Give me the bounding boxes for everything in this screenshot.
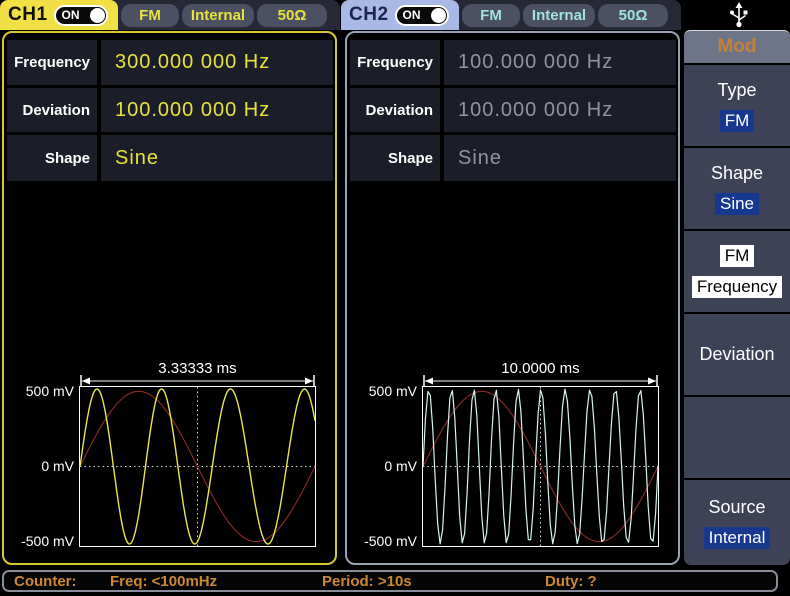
counter-status-bar: Counter: Freq: <100mHz Period: >10s Duty… [2,570,778,592]
softkey-shape[interactable]: Shape Sine [684,148,790,229]
ch1-y-top-label: 500 mV [6,383,74,399]
softkey-fm-frequency-line1: FM [720,245,755,267]
softkey-source-value: Internal [704,527,771,549]
ch2-mod-pill: FM [462,4,520,27]
ch2-y-mid-label: 0 mV [349,458,417,474]
ch1-tab[interactable]: CH1 ON [0,0,118,30]
ch1-toggle-knob [90,8,105,23]
ch2-toggle-knob [431,8,446,23]
ch2-on-toggle[interactable]: ON [395,5,449,26]
ch1-shape-label: Shape [7,135,97,181]
ch1-frequency-label: Frequency [7,40,97,85]
ch2-y-bottom-label: -500 mV [349,533,417,549]
softkey-blank[interactable] [684,397,790,478]
ch2-source-pill: Internal [523,4,595,27]
ch2-header: CH2 ON FM Internal 50Ω [341,0,681,30]
ch2-shape-value[interactable]: Sine [444,135,676,181]
usb-icon [728,2,750,28]
softkey-deviation-label: Deviation [699,344,774,365]
ch1-waveform-plot [79,386,316,547]
ch1-load-pill: 50Ω [257,4,327,27]
counter-label: Counter: [14,573,77,590]
softkey-fm-frequency-line2: Frequency [692,276,782,298]
softkey-source[interactable]: Source Internal [684,480,790,565]
softkey-sidebar: Mod Type FM Shape Sine FM Frequency Devi… [684,0,790,568]
ch2-tab[interactable]: CH2 ON [341,0,459,30]
ch1-deviation-value[interactable]: 100.000 000 Hz [101,88,333,132]
ch1-on-toggle[interactable]: ON [54,5,108,26]
ch1-toggle-label: ON [62,8,80,22]
counter-freq: Freq: <100mHz [110,573,217,590]
ch2-load-pill: 50Ω [598,4,668,27]
ch1-y-bottom-label: -500 mV [6,533,74,549]
softkey-type[interactable]: Type FM [684,65,790,146]
softkey-shape-value: Sine [715,193,759,215]
ch2-tab-label: CH2 [349,4,389,26]
ch2-toggle-label: ON [403,8,421,22]
counter-duty: Duty: ? [545,573,597,590]
softkey-type-label: Type [717,80,756,101]
softkey-shape-label: Shape [711,163,763,184]
ch2-deviation-value[interactable]: 100.000 000 Hz [444,88,676,132]
ch1-deviation-label: Deviation [7,88,97,132]
ch1-shape-value[interactable]: Sine [101,135,333,181]
ch1-y-mid-label: 0 mV [6,458,74,474]
ch2-shape-label: Shape [350,135,440,181]
ch2-waveform-plot [422,386,659,547]
softkey-fm-frequency[interactable]: FM Frequency [684,231,790,312]
softkey-type-value: FM [720,110,755,132]
signal-generator-screen: CH1 ON FM Internal 50Ω CH2 ON FM Interna… [0,0,790,596]
ch1-frequency-value[interactable]: 300.000 000 Hz [101,40,333,85]
ch1-tab-label: CH1 [8,4,48,26]
ch1-source-pill: Internal [182,4,254,27]
ch2-y-top-label: 500 mV [349,383,417,399]
ch2-frequency-value[interactable]: 100.000 000 Hz [444,40,676,85]
softkey-deviation[interactable]: Deviation [684,314,790,395]
ch2-deviation-label: Deviation [350,88,440,132]
softkey-source-label: Source [708,497,765,518]
sidebar-mode-header: Mod [684,30,790,63]
counter-period: Period: >10s [322,573,412,590]
ch1-mod-pill: FM [121,4,179,27]
ch1-header: CH1 ON FM Internal 50Ω [0,0,340,30]
ch2-frequency-label: Frequency [350,40,440,85]
